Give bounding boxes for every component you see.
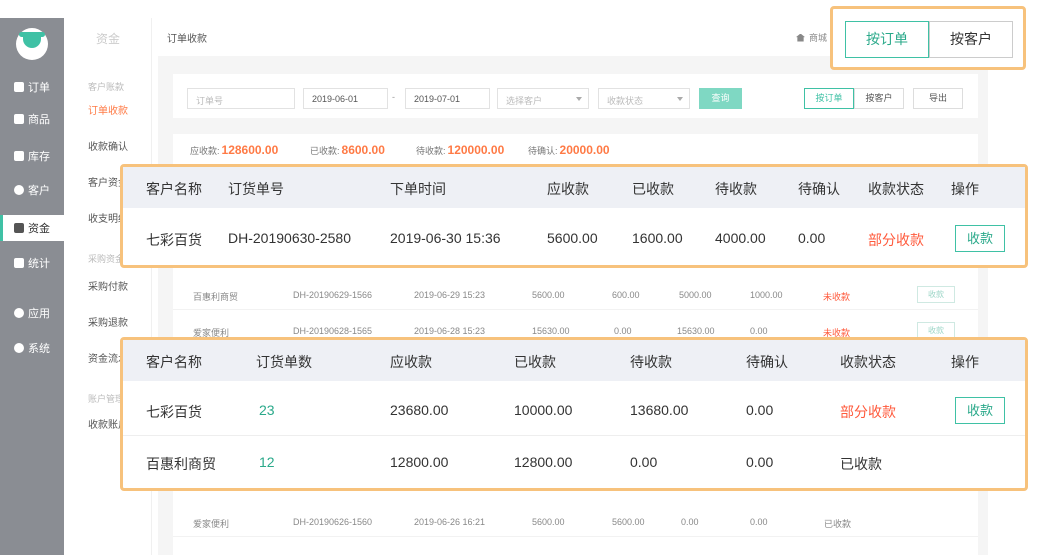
order-table-header: 客户名称 订货单号 下单时间 应收款 已收款 待收款 待确认 收款状态 操作 xyxy=(123,167,1025,208)
app-root: 订单 商品 库存 客户 资金 统计 应用 系统 资金 客户账款 订单收款 收款确… xyxy=(0,0,1045,555)
status-badge: 已收款 xyxy=(840,456,882,472)
nav-item-customers[interactable]: 客户 xyxy=(0,177,64,203)
toggle-callout: 按订单 按客户 xyxy=(830,6,1026,70)
nav-item-products[interactable]: 商品 xyxy=(0,106,64,132)
by-customer-toggle[interactable]: 按客户 xyxy=(854,88,904,109)
receipt-button[interactable]: 收款 xyxy=(955,225,1005,252)
subnav-item-receipt-confirm[interactable]: 收款确认 xyxy=(88,138,128,153)
apps-icon xyxy=(14,308,24,318)
by-order-toggle[interactable]: 按订单 xyxy=(804,88,854,109)
date-separator: - xyxy=(392,92,395,102)
order-count-link[interactable]: 23 xyxy=(259,402,275,418)
fund-icon xyxy=(14,223,24,233)
date-to-input[interactable]: 2019-07-01 xyxy=(405,88,490,109)
summary-pending: 待收款: 120000.00 xyxy=(416,143,505,157)
subnav-item-order-receipt[interactable]: 订单收款 xyxy=(88,102,128,117)
table-row: 百惠利商贸 DH-20190629-1566 2019-06-29 15:23 … xyxy=(173,280,978,310)
main-sidebar: 订单 商品 库存 客户 资金 统计 应用 系统 xyxy=(0,18,64,555)
subnav-item-purchase-payment[interactable]: 采购付款 xyxy=(88,278,128,293)
subnav-title: 资金 xyxy=(95,32,120,46)
person-icon xyxy=(14,185,24,195)
nav-item-apps[interactable]: 应用 xyxy=(0,300,64,326)
envelope-icon xyxy=(14,114,24,124)
nav-item-stats[interactable]: 统计 xyxy=(0,250,64,276)
table-row: 七彩百货 23 23680.00 10000.00 13680.00 0.00 … xyxy=(123,384,1025,436)
subnav-group: 账户管理 xyxy=(88,394,125,404)
by-order-toggle-large[interactable]: 按订单 xyxy=(845,21,929,58)
customer-table-header: 客户名称 订货单数 应收款 已收款 待收款 待确认 收款状态 操作 xyxy=(123,340,1025,381)
nav-item-inventory[interactable]: 库存 xyxy=(0,143,64,169)
nav-item-system[interactable]: 系统 xyxy=(0,335,64,361)
customer-select[interactable]: 选择客户 xyxy=(497,88,589,109)
chevron-down-icon xyxy=(576,97,582,101)
home-link[interactable]: 商城 xyxy=(796,31,827,44)
order-count-link[interactable]: 12 xyxy=(259,454,275,470)
table-row: 七彩百货 DH-20190630-2580 2019-06-30 15:36 5… xyxy=(123,212,1025,264)
date-from-input[interactable]: 2019-06-01 xyxy=(303,88,388,109)
home-icon xyxy=(796,33,805,42)
subnav-group: 采购资金 xyxy=(88,254,125,264)
status-select[interactable]: 收款状态 xyxy=(598,88,690,109)
breadcrumb: 订单收款 xyxy=(167,34,207,45)
order-table-callout: 客户名称 订货单号 下单时间 应收款 已收款 待收款 待确认 收款状态 操作 七… xyxy=(120,164,1028,268)
nav-item-funds[interactable]: 资金 xyxy=(0,215,64,241)
export-button[interactable]: 导出 xyxy=(913,88,963,109)
logo-icon xyxy=(16,28,48,60)
summary-confirm: 待确认: 20000.00 xyxy=(528,143,610,157)
receipt-button[interactable]: 收款 xyxy=(917,286,955,303)
receipt-button[interactable]: 收款 xyxy=(955,397,1005,424)
customer-table-callout: 客户名称 订货单数 应收款 已收款 待收款 待确认 收款状态 操作 七彩百货 2… xyxy=(120,337,1028,491)
clipboard-icon xyxy=(14,82,24,92)
warehouse-icon xyxy=(14,151,24,161)
order-no-input[interactable]: 订单号 xyxy=(187,88,295,109)
by-customer-toggle-large[interactable]: 按客户 xyxy=(929,21,1013,58)
table-row: 百惠利商贸 12 12800.00 12800.00 0.00 0.00 已收款 xyxy=(146,454,882,472)
status-badge: 部分收款 xyxy=(840,404,896,420)
summary-receivable: 应收款: 128600.00 xyxy=(190,143,279,157)
nav-item-orders[interactable]: 订单 xyxy=(0,74,64,100)
bar-chart-icon xyxy=(14,258,24,268)
chevron-down-icon xyxy=(677,97,683,101)
gear-icon xyxy=(14,343,24,353)
status-badge: 部分收款 xyxy=(868,232,924,248)
subnav-group: 客户账款 xyxy=(88,82,125,92)
summary-received: 已收款: 8600.00 xyxy=(310,143,385,157)
query-button[interactable]: 查询 xyxy=(699,88,742,109)
table-row: 爱家便利 DH-20190626-1560 2019-06-26 16:21 5… xyxy=(173,507,978,537)
subnav-item-purchase-refund[interactable]: 采购退款 xyxy=(88,314,128,329)
